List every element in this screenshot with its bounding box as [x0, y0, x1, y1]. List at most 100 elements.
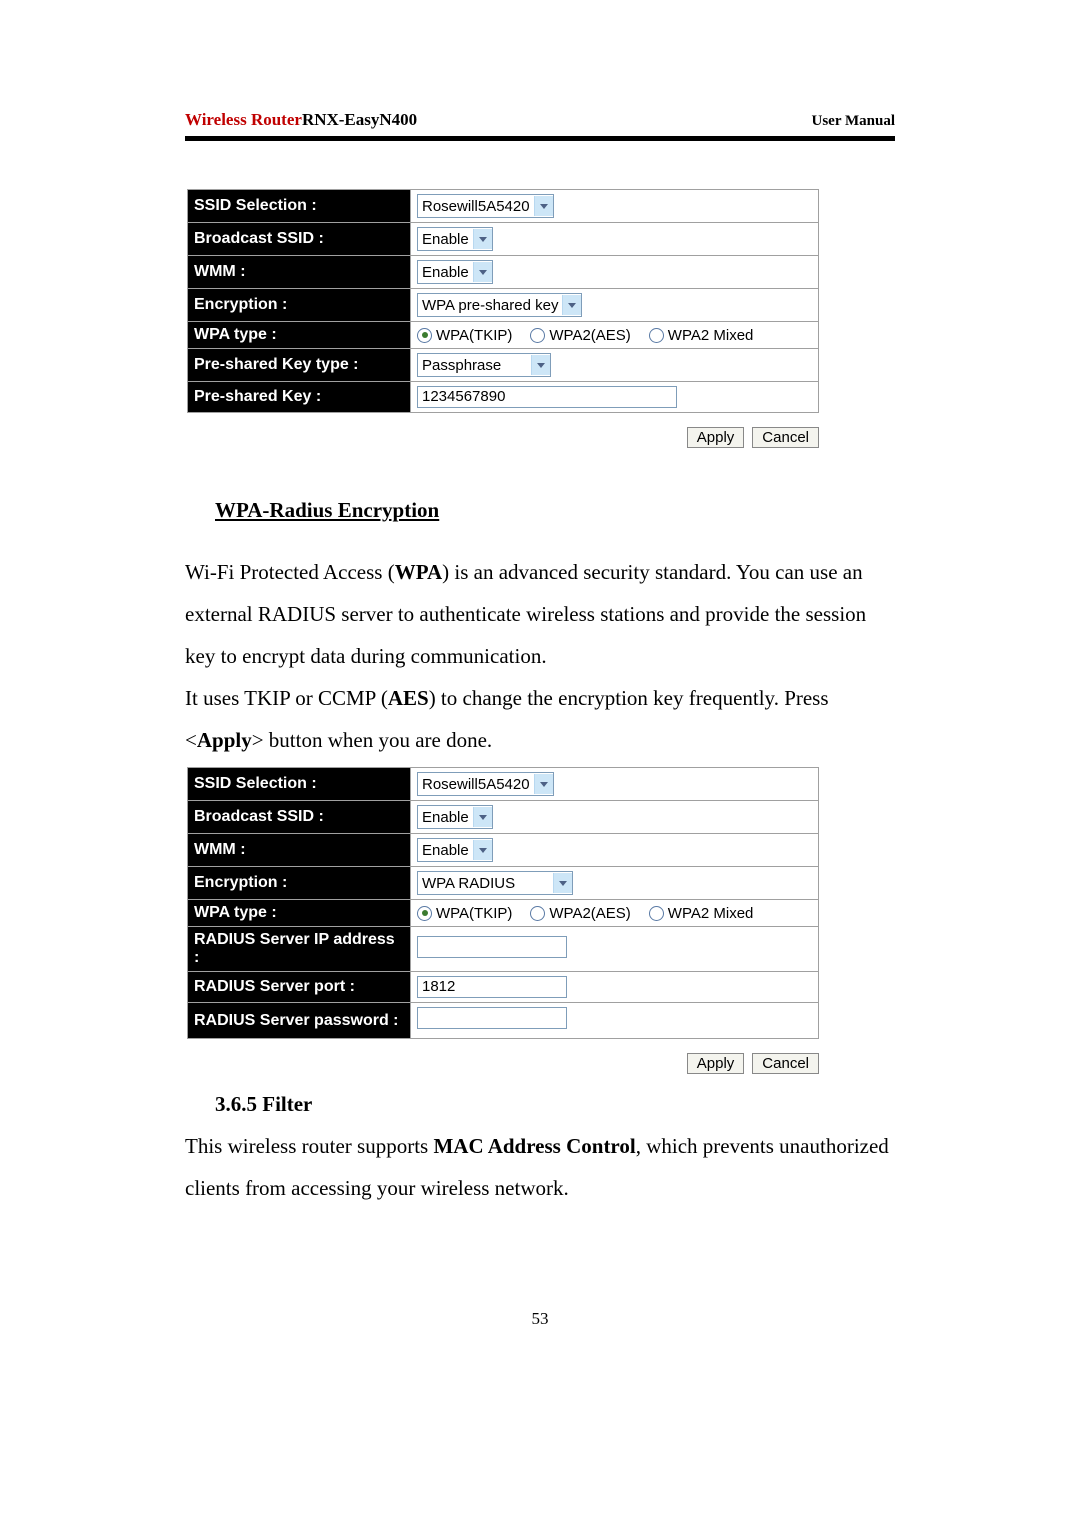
text-bold: MAC Address Control: [433, 1134, 635, 1158]
psk-type-select[interactable]: Passphrase: [417, 353, 551, 377]
encryption-select[interactable]: WPA RADIUS: [417, 871, 573, 895]
chevron-down-icon: [473, 807, 492, 827]
header-right: User Manual: [812, 113, 895, 130]
chevron-down-icon: [531, 355, 550, 375]
row-label: Pre-shared Key :: [188, 382, 411, 413]
row-value: Enable: [411, 256, 819, 289]
select-value: Enable: [422, 842, 473, 859]
ssid-select[interactable]: Rosewill5A5420: [417, 194, 554, 218]
chevron-down-icon: [473, 229, 492, 249]
broadcast-select[interactable]: Enable: [417, 227, 493, 251]
radio-label: WPA2 Mixed: [668, 327, 754, 344]
row-value: [411, 927, 819, 972]
wmm-select[interactable]: Enable: [417, 838, 493, 862]
row-value: WPA RADIUS: [411, 867, 819, 900]
text-bold: AES: [388, 686, 429, 710]
button-row: Apply Cancel: [187, 1053, 819, 1074]
radio-label: WPA(TKIP): [436, 327, 512, 344]
row-label: SSID Selection :: [188, 768, 411, 801]
row-value: 1234567890: [411, 382, 819, 413]
radio-label: WPA2(AES): [549, 327, 630, 344]
broadcast-select[interactable]: Enable: [417, 805, 493, 829]
radius-port-input[interactable]: 1812: [417, 976, 567, 998]
text: > button when you are done.: [252, 728, 492, 752]
section-heading-filter: 3.6.5 Filter: [215, 1092, 895, 1117]
row-label: Broadcast SSID :: [188, 223, 411, 256]
select-value: Rosewill5A5420: [422, 776, 534, 793]
row-value: WPA pre-shared key: [411, 289, 819, 322]
radio-wpa2-mixed[interactable]: WPA2 Mixed: [649, 327, 754, 344]
select-value: Enable: [422, 264, 473, 281]
row-label: WPA type :: [188, 322, 411, 349]
select-value: Enable: [422, 809, 473, 826]
row-value: Passphrase: [411, 349, 819, 382]
row-label: Encryption :: [188, 289, 411, 322]
text-bold: WPA: [395, 560, 442, 584]
page-number: 53: [185, 1309, 895, 1329]
row-label: WMM :: [188, 834, 411, 867]
body-paragraph: It uses TKIP or CCMP (AES) to change the…: [185, 677, 895, 761]
row-label: RADIUS Server password :: [188, 1003, 411, 1039]
ssid-select[interactable]: Rosewill5A5420: [417, 772, 554, 796]
apply-button[interactable]: Apply: [687, 1053, 745, 1074]
radio-wpa2-mixed[interactable]: WPA2 Mixed: [649, 905, 754, 922]
radio-icon: [649, 906, 664, 921]
radio-wpa2-aes[interactable]: WPA2(AES): [530, 327, 630, 344]
text: Wi-Fi Protected Access (: [185, 560, 395, 584]
row-value: Rosewill5A5420: [411, 190, 819, 223]
chevron-down-icon: [473, 840, 492, 860]
config-table-radius: SSID Selection : Rosewill5A5420 Broadcas…: [187, 767, 819, 1039]
brand-text: Wireless Router: [185, 110, 302, 129]
select-value: Rosewill5A5420: [422, 198, 534, 215]
chevron-down-icon: [553, 873, 572, 893]
row-value: Enable: [411, 223, 819, 256]
chevron-down-icon: [534, 196, 553, 216]
radio-label: WPA2(AES): [549, 905, 630, 922]
radio-icon: [417, 328, 432, 343]
radius-ip-input[interactable]: [417, 936, 567, 958]
apply-button[interactable]: Apply: [687, 427, 745, 448]
row-value: Rosewill5A5420: [411, 768, 819, 801]
radio-wpa-tkip[interactable]: WPA(TKIP): [417, 905, 512, 922]
psk-input[interactable]: 1234567890: [417, 386, 677, 408]
body-paragraph: Wi-Fi Protected Access (WPA) is an advan…: [185, 551, 895, 677]
row-label: WMM :: [188, 256, 411, 289]
text: This wireless router supports: [185, 1134, 433, 1158]
row-label: Encryption :: [188, 867, 411, 900]
row-label: RADIUS Server IP address :: [188, 927, 411, 972]
radio-icon: [649, 328, 664, 343]
row-value: Enable: [411, 801, 819, 834]
chevron-down-icon: [562, 295, 581, 315]
radio-label: WPA(TKIP): [436, 905, 512, 922]
chevron-down-icon: [534, 774, 553, 794]
config-table-psk: SSID Selection : Rosewill5A5420 Broadcas…: [187, 189, 819, 413]
radio-icon: [530, 328, 545, 343]
radius-password-input[interactable]: [417, 1007, 567, 1029]
row-label: WPA type :: [188, 900, 411, 927]
text-bold: Apply: [197, 728, 252, 752]
body-paragraph: This wireless router supports MAC Addres…: [185, 1125, 895, 1209]
row-label: SSID Selection :: [188, 190, 411, 223]
row-label: RADIUS Server port :: [188, 972, 411, 1003]
select-value: Enable: [422, 231, 473, 248]
section-heading-wpa-radius: WPA-Radius Encryption: [215, 498, 895, 523]
button-row: Apply Cancel: [187, 427, 819, 448]
cancel-button[interactable]: Cancel: [752, 427, 819, 448]
select-value: Passphrase: [422, 357, 531, 374]
encryption-select[interactable]: WPA pre-shared key: [417, 293, 582, 317]
radio-wpa2-aes[interactable]: WPA2(AES): [530, 905, 630, 922]
select-value: WPA pre-shared key: [422, 297, 562, 314]
radio-icon: [530, 906, 545, 921]
page-header: Wireless RouterRNX-EasyN400 User Manual: [185, 110, 895, 136]
radio-wpa-tkip[interactable]: WPA(TKIP): [417, 327, 512, 344]
row-value: WPA(TKIP) WPA2(AES) WPA2 Mixed: [411, 900, 819, 927]
radio-label: WPA2 Mixed: [668, 905, 754, 922]
cancel-button[interactable]: Cancel: [752, 1053, 819, 1074]
wmm-select[interactable]: Enable: [417, 260, 493, 284]
row-value: Enable: [411, 834, 819, 867]
header-left: Wireless RouterRNX-EasyN400: [185, 110, 417, 130]
select-value: WPA RADIUS: [422, 875, 553, 892]
row-value: WPA(TKIP) WPA2(AES) WPA2 Mixed: [411, 322, 819, 349]
row-label: Broadcast SSID :: [188, 801, 411, 834]
row-value: 1812: [411, 972, 819, 1003]
